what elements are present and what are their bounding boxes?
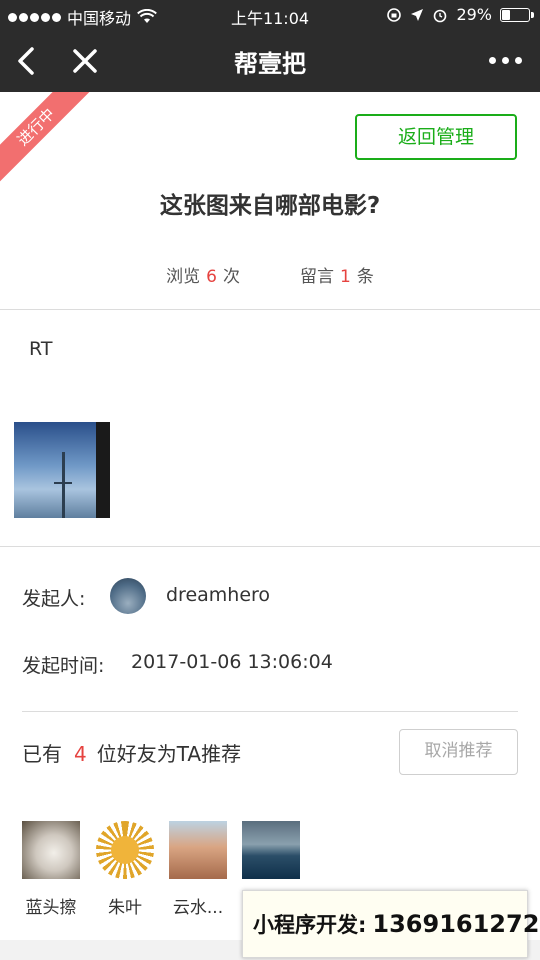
status-ribbon: 进行中 — [0, 92, 90, 182]
promo-label: 小程序开发: — [253, 913, 367, 937]
back-to-manage-button[interactable]: 返回管理 — [355, 114, 517, 160]
recommend-prefix: 已有 — [22, 742, 62, 766]
alarm-icon — [434, 9, 447, 22]
question-title: 这张图来自哪部电影? — [159, 193, 381, 219]
friend-item[interactable]: 蓝头擦 — [22, 821, 80, 918]
recommend-count: 4 — [74, 742, 87, 766]
status-bar: 中国移动 上午11:04 29% — [0, 0, 540, 30]
views-count: 6 — [206, 267, 217, 287]
page-title: 帮壹把 — [234, 50, 306, 78]
friend-avatar — [22, 821, 80, 879]
battery-icon — [500, 7, 534, 22]
initiator-name: dreamhero — [166, 584, 271, 606]
rotation-lock-icon — [387, 7, 402, 22]
friend-name: 云水... — [172, 898, 224, 918]
friend-avatar — [169, 821, 227, 879]
cancel-recommend-button[interactable]: 取消推荐 — [399, 729, 518, 775]
stats-row: 浏览 6 次 留言 1 条 — [0, 262, 540, 287]
divider — [0, 309, 540, 310]
promo-phone: 13691612727 — [372, 910, 540, 938]
comments-unit: 条 — [356, 267, 374, 287]
initiator-avatar[interactable] — [110, 578, 146, 614]
divider — [22, 711, 518, 712]
friend-item[interactable]: 云水... — [169, 821, 227, 918]
question-image[interactable] — [14, 422, 110, 518]
comments-count: 1 — [340, 267, 351, 287]
friend-name: 蓝头擦 — [25, 898, 77, 918]
recommend-suffix: 位好友为TA推荐 — [96, 742, 242, 766]
launch-time-label: 发起时间: — [22, 655, 105, 677]
friend-item[interactable]: 朱叶 — [96, 821, 154, 918]
navigation-bar: 帮壹把 — [0, 30, 540, 92]
divider — [0, 546, 540, 547]
friend-item[interactable] — [242, 821, 300, 893]
status-ribbon-label: 进行中 — [0, 92, 90, 182]
battery-percent: 29% — [456, 5, 492, 24]
friend-avatar — [242, 821, 300, 879]
recommend-summary: 已有 4 位好友为TA推荐 — [22, 738, 241, 767]
friend-avatar — [96, 821, 154, 879]
status-right: 29% — [386, 5, 534, 24]
battery-level — [502, 9, 511, 20]
comments-label: 留言 — [300, 267, 334, 287]
views-unit: 次 — [223, 267, 240, 287]
promo-overlay: 小程序开发: 13691612727 — [242, 890, 540, 958]
more-icon[interactable] — [489, 57, 522, 64]
question-body: RT — [29, 338, 53, 360]
friend-name: 朱叶 — [108, 898, 142, 918]
views-label: 浏览 — [166, 267, 201, 287]
launch-time-value: 2017-01-06 13:06:04 — [131, 651, 333, 673]
location-icon — [411, 8, 424, 21]
initiator-label: 发起人: — [22, 588, 86, 610]
